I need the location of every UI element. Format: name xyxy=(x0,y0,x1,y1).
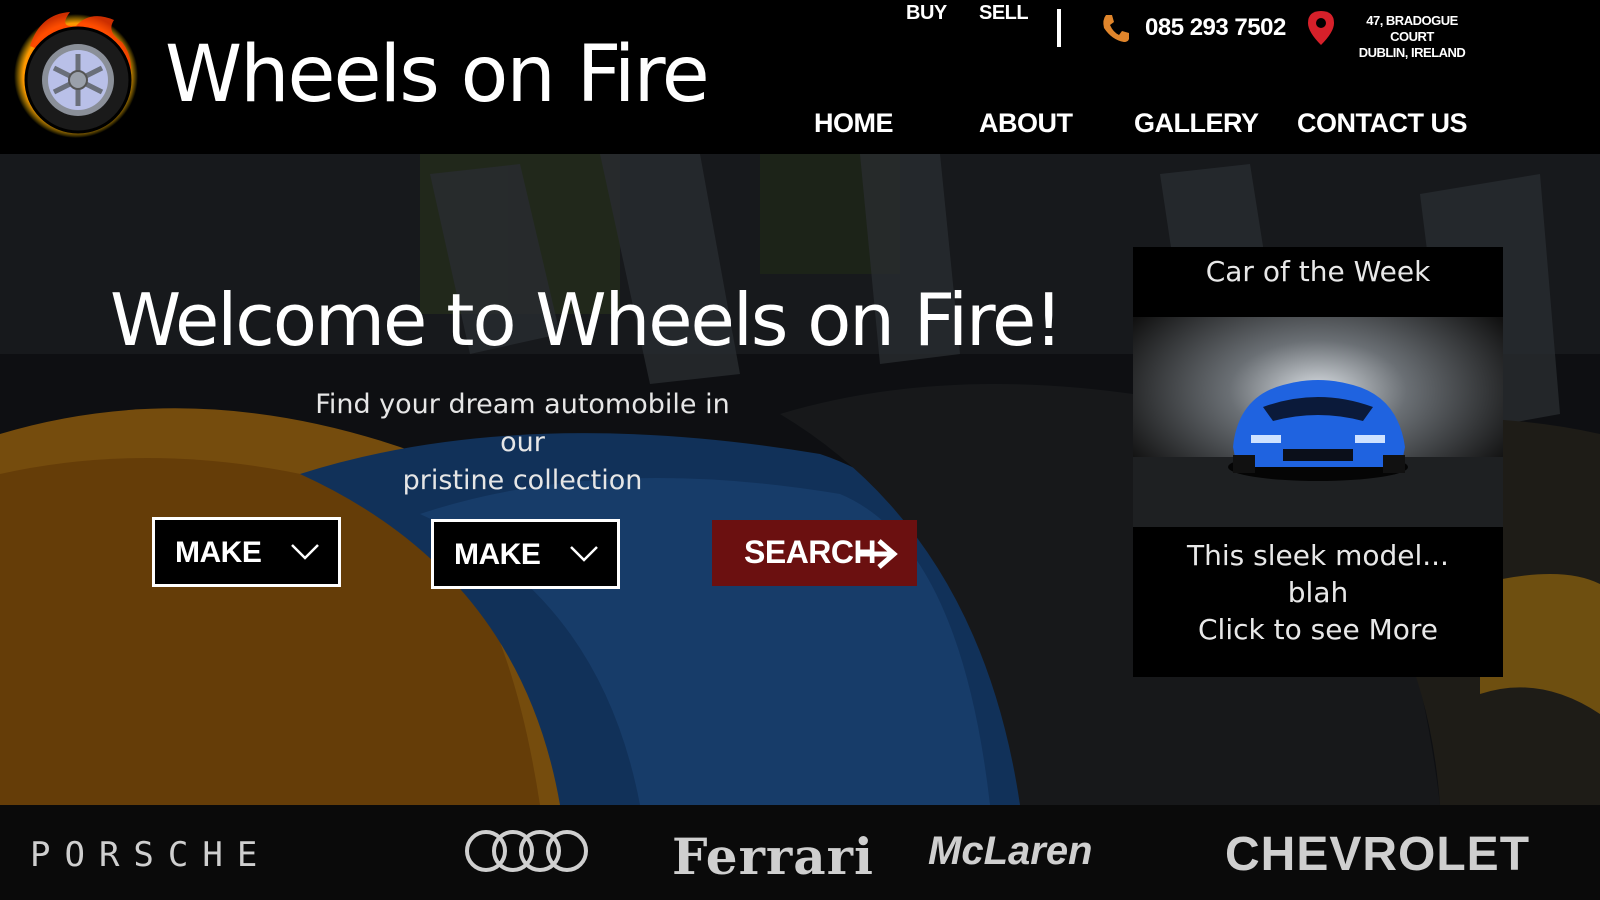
arrow-right-icon xyxy=(857,539,898,569)
site-header: Wheels on Fire BUY SELL 085 293 7502 47,… xyxy=(0,0,1600,154)
address: 47, BRADOGUE COURT DUBLIN, IRELAND xyxy=(1352,13,1472,61)
location-pin-icon xyxy=(1308,11,1334,45)
make-dropdown-1-label: MAKE xyxy=(175,536,262,569)
header-divider xyxy=(1057,9,1061,47)
chevron-down-icon xyxy=(570,546,598,562)
car-of-week-image[interactable] xyxy=(1133,317,1503,527)
audi-rings-logo-icon[interactable] xyxy=(462,827,590,875)
car-of-the-week-card[interactable]: Car of the Week This sleek model... blah… xyxy=(1133,247,1503,677)
wheel-fire-logo-icon[interactable] xyxy=(10,6,142,138)
car-of-week-description: This sleek model... blah Click to see Mo… xyxy=(1133,537,1503,648)
make-dropdown-2[interactable]: MAKE xyxy=(431,519,620,589)
make-dropdown-1[interactable]: MAKE xyxy=(152,517,341,587)
site-title[interactable]: Wheels on Fire xyxy=(165,36,710,114)
hero-section: Welcome to Wheels on Fire! Find your dre… xyxy=(0,154,1600,805)
phone-icon xyxy=(1103,15,1129,42)
sell-link[interactable]: SELL xyxy=(979,2,1029,25)
search-button[interactable]: SEARCH xyxy=(712,520,917,586)
address-line-1: 47, BRADOGUE COURT xyxy=(1366,13,1458,44)
tagline-line-1: Find your dream automobile in our xyxy=(315,389,730,458)
tagline-line-2: pristine collection xyxy=(402,465,643,496)
make-dropdown-2-label: MAKE xyxy=(454,538,541,571)
nav-home[interactable]: HOME xyxy=(814,108,894,139)
car-of-week-line-2: blah xyxy=(1287,576,1349,609)
phone-number[interactable]: 085 293 7502 xyxy=(1145,14,1286,42)
nav-contact-us[interactable]: CONTACT US xyxy=(1297,108,1468,139)
ferrari-logo[interactable]: Ferrari xyxy=(672,827,874,889)
chevrolet-logo[interactable]: CHEVROLET xyxy=(1225,827,1530,889)
hero-tagline: Find your dream automobile in our pristi… xyxy=(300,386,745,500)
brand-logos-bar: PORSCHE Ferrari McLaren CHEVROLET xyxy=(0,805,1600,900)
porsche-logo[interactable]: PORSCHE xyxy=(30,835,271,897)
car-of-week-title: Car of the Week xyxy=(1205,255,1431,288)
nav-about[interactable]: ABOUT xyxy=(979,108,1073,139)
hero-heading: Welcome to Wheels on Fire! xyxy=(110,278,1063,362)
buy-link[interactable]: BUY xyxy=(906,2,947,25)
mclaren-logo[interactable]: McLaren xyxy=(928,829,1093,891)
see-more-link[interactable]: Click to see More xyxy=(1133,611,1503,648)
nav-gallery[interactable]: GALLERY xyxy=(1134,108,1259,139)
address-line-2: DUBLIN, IRELAND xyxy=(1358,45,1466,60)
chevron-down-icon xyxy=(291,544,319,560)
car-of-week-line-1: This sleek model... xyxy=(1187,539,1449,572)
